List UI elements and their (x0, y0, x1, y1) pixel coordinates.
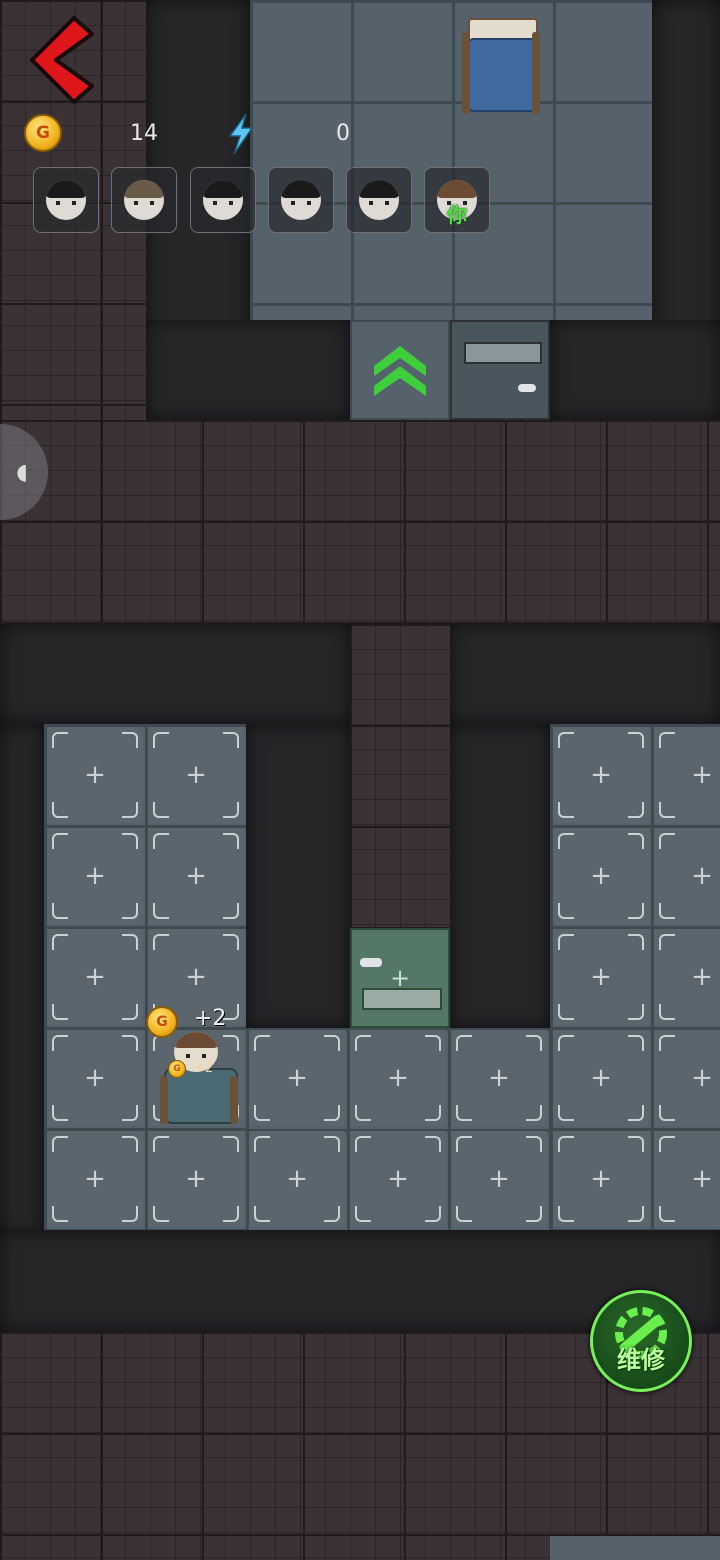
build-slot[interactable]: + (451, 1131, 547, 1227)
build-slot[interactable]: + (249, 1030, 345, 1126)
avatar-player-5[interactable] (346, 167, 412, 233)
build-slot[interactable]: + (451, 1030, 547, 1126)
avatar-face (124, 180, 164, 220)
slot-plus: + (84, 760, 106, 790)
coin-count: 14 (130, 121, 158, 146)
back-arrow-icon (30, 16, 94, 104)
slot-plus: + (387, 1164, 409, 1194)
side-tab-icon: ◖ (16, 459, 28, 485)
build-slot[interactable]: + (553, 1131, 649, 1227)
slot-plus: + (387, 1063, 409, 1093)
wall-middle-right (450, 624, 720, 724)
slot-plus: + (590, 760, 612, 790)
avatar-player-1[interactable] (33, 167, 99, 233)
slot-plus: + (691, 760, 713, 790)
build-slot[interactable]: + (47, 1131, 143, 1227)
build-slot[interactable]: + (553, 929, 649, 1025)
repair-button[interactable]: 维修 (590, 1290, 692, 1392)
avatar-face (281, 180, 321, 220)
avatar-face (359, 180, 399, 220)
build-slot[interactable]: + (148, 727, 244, 823)
slot-plus: + (691, 962, 713, 992)
build-slot[interactable]: + (47, 929, 143, 1025)
build-slot[interactable]: + (553, 1030, 649, 1126)
build-slot[interactable]: + (47, 828, 143, 924)
door-handle-icon (518, 384, 536, 392)
build-slot[interactable]: + (654, 929, 720, 1025)
slot-plus: + (691, 1164, 713, 1194)
avatar-player-4[interactable] (268, 167, 334, 233)
corridor-main (0, 420, 720, 624)
build-slot[interactable]: + (350, 1131, 446, 1227)
player-bed[interactable] (158, 1026, 238, 1126)
slot-plus: + (286, 1164, 308, 1194)
avatar-player-3[interactable] (190, 167, 256, 233)
slot-plus: + (185, 962, 207, 992)
repair-label: 维修 (617, 1346, 665, 1374)
build-slot[interactable]: + (350, 1030, 446, 1126)
slot-plus: + (84, 861, 106, 891)
door-bottom-room[interactable]: + (350, 928, 450, 1028)
corridor-vertical (350, 624, 450, 928)
back-button[interactable] (22, 14, 98, 106)
slot-plus: + (84, 1164, 106, 1194)
you-label: 你 (447, 203, 467, 227)
coin-icon-gain: G (146, 1006, 178, 1038)
avatar-player-6-you[interactable]: 你 (424, 167, 490, 233)
build-slot[interactable]: + (553, 727, 649, 823)
slot-plus: + (84, 962, 106, 992)
slot-plus: + (286, 1063, 308, 1093)
avatar-face (203, 180, 243, 220)
slot-plus: + (488, 1063, 510, 1093)
top-room-floor (250, 0, 652, 320)
slot-plus: + (590, 962, 612, 992)
slot-plus: + (488, 1164, 510, 1194)
avatar-player-2[interactable] (111, 167, 177, 233)
energy-count: 0 (336, 121, 350, 146)
slot-plus: + (185, 760, 207, 790)
slot-plus: + (185, 1164, 207, 1194)
build-slot[interactable]: + (654, 828, 720, 924)
slot-plus: + (691, 1063, 713, 1093)
coin-icon-small: G (168, 1060, 186, 1078)
build-slot[interactable]: + (47, 727, 143, 823)
energy-icon (228, 113, 254, 155)
slot-plus: + (590, 1063, 612, 1093)
slot-plus: + (590, 1164, 612, 1194)
build-slot[interactable]: + (553, 828, 649, 924)
upgrade-arrow-icon (374, 346, 426, 396)
slot-plus: + (84, 1063, 106, 1093)
wall-under-top-room-right (550, 320, 720, 420)
build-slot[interactable]: + (654, 727, 720, 823)
coin-icon: G (24, 114, 62, 152)
wall-inner-left (246, 724, 350, 1028)
slot-plus: + (590, 861, 612, 891)
bed-top-room[interactable] (462, 18, 540, 114)
build-slot[interactable]: + (249, 1131, 345, 1227)
slot-plus: + (185, 861, 207, 891)
build-slot[interactable]: + (148, 1131, 244, 1227)
gain-text-small: +2 (194, 1061, 214, 1076)
avatar-face (46, 180, 86, 220)
wall-middle-left (0, 624, 350, 724)
slot-plus: + (691, 861, 713, 891)
build-slot[interactable]: + (654, 1030, 720, 1126)
door-top-room[interactable] (450, 320, 550, 420)
build-slot[interactable]: + (654, 1131, 720, 1227)
build-slot[interactable]: + (47, 1030, 143, 1126)
floor-bottom-edge (550, 1536, 720, 1560)
gain-text: +2 (194, 1006, 227, 1031)
build-slot[interactable]: + (148, 828, 244, 924)
wall-inner-right (450, 724, 550, 1028)
wall-under-top-room (146, 320, 350, 420)
wall-left-edge (0, 724, 44, 1234)
upgrade-tile[interactable] (350, 320, 450, 420)
